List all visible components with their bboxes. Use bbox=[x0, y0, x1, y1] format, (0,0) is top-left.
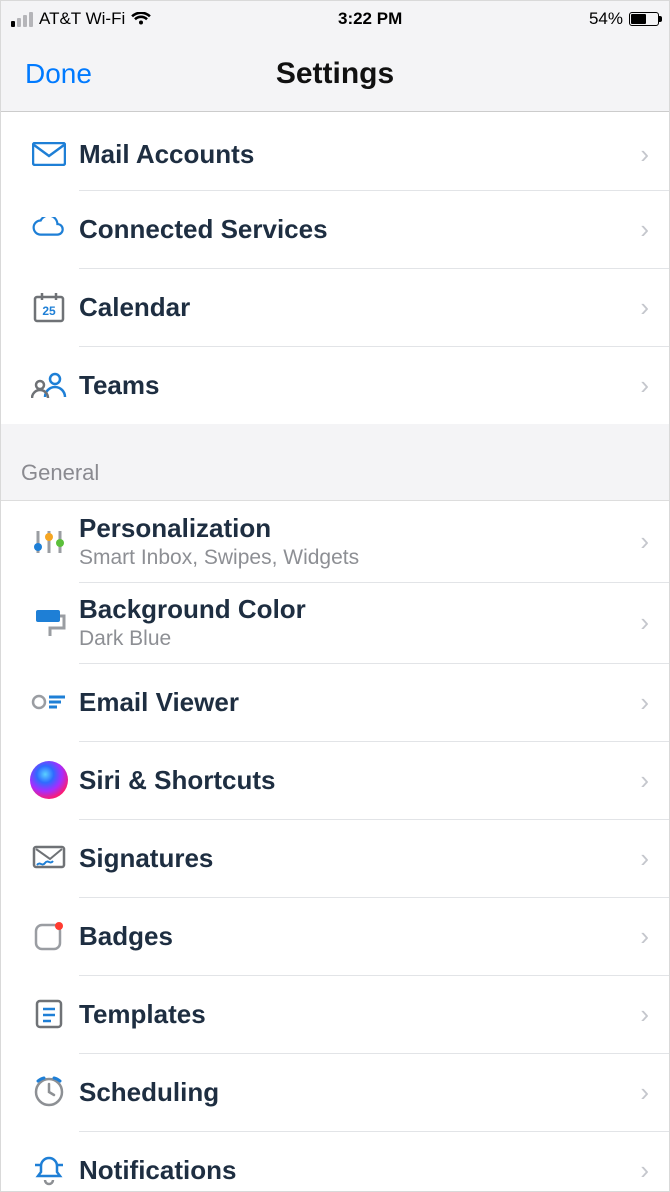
row-sublabel: Dark Blue bbox=[79, 627, 632, 651]
group-header-general: General bbox=[1, 424, 669, 501]
row-label: Teams bbox=[79, 370, 632, 401]
row-label: Personalization bbox=[79, 513, 632, 544]
page-title: Settings bbox=[1, 57, 669, 91]
row-badges[interactable]: Badges › bbox=[1, 897, 669, 975]
chevron-right-icon: › bbox=[632, 370, 649, 401]
chevron-right-icon: › bbox=[632, 139, 649, 170]
row-siri-shortcuts[interactable]: Siri & Shortcuts › bbox=[1, 741, 669, 819]
chevron-right-icon: › bbox=[632, 999, 649, 1030]
badge-icon bbox=[19, 920, 79, 952]
chevron-right-icon: › bbox=[632, 921, 649, 952]
screen: AT&T Wi-Fi 3:22 PM 54% Done Settings Mai… bbox=[0, 0, 670, 1192]
chevron-right-icon: › bbox=[632, 765, 649, 796]
siri-icon bbox=[19, 761, 79, 799]
settings-list[interactable]: Mail Accounts › Connected Services › 25 … bbox=[1, 112, 669, 1191]
status-bar: AT&T Wi-Fi 3:22 PM 54% bbox=[1, 1, 669, 37]
chevron-right-icon: › bbox=[632, 214, 649, 245]
row-email-viewer[interactable]: Email Viewer › bbox=[1, 663, 669, 741]
cloud-icon bbox=[19, 217, 79, 241]
row-label: Scheduling bbox=[79, 1077, 632, 1108]
row-calendar[interactable]: 25 Calendar › bbox=[1, 268, 669, 346]
sliders-icon bbox=[19, 527, 79, 557]
row-label: Background Color bbox=[79, 594, 632, 625]
bell-icon bbox=[19, 1154, 79, 1186]
row-signatures[interactable]: Signatures › bbox=[1, 819, 669, 897]
row-templates[interactable]: Templates › bbox=[1, 975, 669, 1053]
row-label: Siri & Shortcuts bbox=[79, 765, 632, 796]
viewer-icon bbox=[19, 692, 79, 712]
clock-icon bbox=[19, 1075, 79, 1109]
row-background-color[interactable]: Background Color Dark Blue › bbox=[1, 582, 669, 663]
row-mail-accounts[interactable]: Mail Accounts › bbox=[1, 112, 669, 190]
wifi-icon bbox=[131, 12, 151, 26]
calendar-icon: 25 bbox=[19, 291, 79, 323]
templates-icon bbox=[19, 998, 79, 1030]
nav-bar: Done Settings bbox=[1, 37, 669, 112]
chevron-right-icon: › bbox=[632, 526, 649, 557]
row-scheduling[interactable]: Scheduling › bbox=[1, 1053, 669, 1131]
row-label: Signatures bbox=[79, 843, 632, 874]
chevron-right-icon: › bbox=[632, 1155, 649, 1186]
carrier-label: AT&T Wi-Fi bbox=[39, 9, 125, 29]
row-label: Email Viewer bbox=[79, 687, 632, 718]
row-connected-services[interactable]: Connected Services › bbox=[1, 190, 669, 268]
signature-icon bbox=[19, 845, 79, 871]
row-label: Templates bbox=[79, 999, 632, 1030]
row-sublabel: Smart Inbox, Swipes, Widgets bbox=[79, 546, 632, 570]
chevron-right-icon: › bbox=[632, 687, 649, 718]
clock-label: 3:22 PM bbox=[151, 9, 589, 29]
done-button[interactable]: Done bbox=[25, 58, 92, 90]
row-label: Notifications bbox=[79, 1155, 632, 1186]
mail-icon bbox=[19, 142, 79, 166]
chevron-right-icon: › bbox=[632, 843, 649, 874]
chevron-right-icon: › bbox=[632, 607, 649, 638]
battery-pct-label: 54% bbox=[589, 9, 623, 29]
chevron-right-icon: › bbox=[632, 1077, 649, 1108]
teams-icon bbox=[19, 371, 79, 399]
chevron-right-icon: › bbox=[632, 292, 649, 323]
row-teams[interactable]: Teams › bbox=[1, 346, 669, 424]
svg-text:25: 25 bbox=[42, 304, 56, 318]
paint-roller-icon bbox=[19, 608, 79, 638]
row-label: Mail Accounts bbox=[79, 139, 632, 170]
battery-icon bbox=[629, 12, 659, 26]
row-label: Calendar bbox=[79, 292, 632, 323]
row-notifications[interactable]: Notifications › bbox=[1, 1131, 669, 1191]
row-label: Connected Services bbox=[79, 214, 632, 245]
row-label: Badges bbox=[79, 921, 632, 952]
row-personalization[interactable]: Personalization Smart Inbox, Swipes, Wid… bbox=[1, 501, 669, 582]
signal-icon bbox=[11, 12, 33, 27]
